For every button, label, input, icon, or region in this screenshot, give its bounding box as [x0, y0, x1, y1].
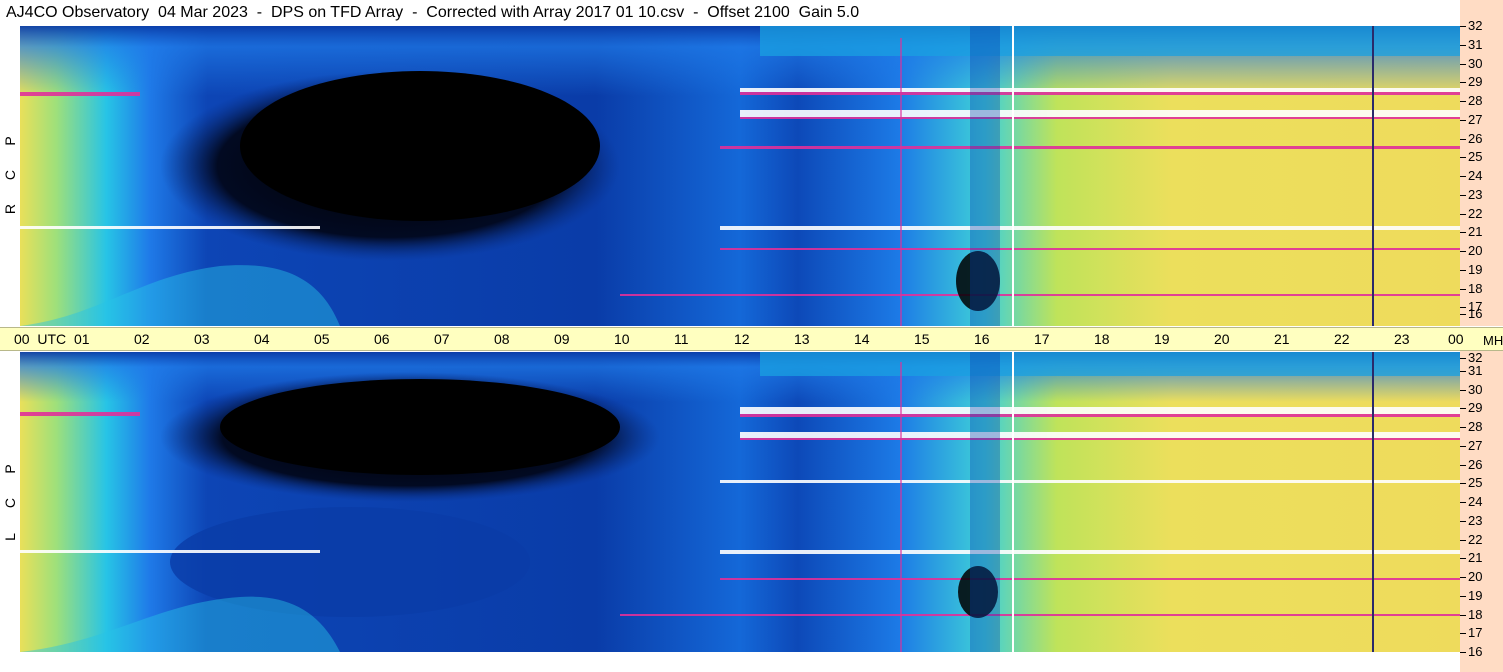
- time-tick-5: 05: [314, 331, 330, 347]
- chart-title: AJ4CO Observatory 04 Mar 2023 - DPS on T…: [6, 4, 860, 21]
- time-tick-12: 12: [734, 331, 750, 347]
- rcp-label: P C R: [2, 124, 18, 226]
- rcp-freq-tick-21: 21: [1459, 224, 1483, 240]
- lcp-freq-tick-30: 30: [1459, 381, 1483, 397]
- lcp-freq-tick-22: 22: [1459, 531, 1483, 547]
- time-tick-2: 02: [134, 331, 150, 347]
- time-tick-8: 08: [494, 331, 510, 347]
- rcp-label-letter-1: R: [2, 203, 18, 215]
- time-tick-24: 00: [1448, 331, 1464, 347]
- time-axis: 00 UTC 01 02 03 04 05 06 07 08 09 10 11 12 13 14 15 16 17…: [0, 327, 1503, 351]
- rcp-freq-tick-31: 31: [1459, 36, 1483, 52]
- lcp-label: P C L: [2, 452, 18, 554]
- rcp-freq-tick-22: 22: [1459, 205, 1483, 221]
- time-tick-23: 23: [1394, 331, 1410, 347]
- lcp-freq-tick-23: 23: [1459, 512, 1483, 528]
- time-tick-16: 16: [974, 331, 990, 347]
- lcp-label-letter-3: P: [2, 464, 18, 474]
- lcp-freq-tick-26: 26: [1459, 456, 1483, 472]
- lcp-freq-tick-20: 20: [1459, 569, 1483, 584]
- time-tick-18: 18: [1094, 331, 1110, 347]
- rcp-freq-tick-18: 18: [1459, 280, 1483, 296]
- time-tick-17: 17: [1034, 331, 1050, 347]
- time-tick-7: 07: [434, 331, 450, 347]
- time-tick-22: 22: [1334, 331, 1350, 347]
- time-tick-9: 09: [554, 331, 570, 347]
- time-tick-6: 06: [374, 331, 390, 347]
- lcp-label-letter-2: C: [2, 497, 18, 509]
- rcp-freq-tick-27: 27: [1459, 111, 1483, 127]
- time-tick-21: 21: [1274, 331, 1290, 347]
- lcp-freq-tick-17: 17: [1459, 625, 1483, 641]
- time-tick-14: 14: [854, 331, 870, 347]
- rcp-freq-tick-24: 24: [1459, 168, 1483, 183]
- rcp-freq-tick-19: 19: [1459, 261, 1483, 277]
- lcp-freq-tick-19: 19: [1459, 587, 1483, 603]
- time-tick-0: 00 UTC: [14, 331, 67, 347]
- lcp-freq-tick-16: 16: [1459, 644, 1483, 659]
- rcp-freq-tick-26: 26: [1459, 130, 1483, 146]
- rcp-label-letter-2: C: [2, 169, 18, 181]
- mhz-unit-label: MHz: [1483, 333, 1503, 348]
- rcp-freq-tick-20: 20: [1459, 243, 1483, 258]
- rcp-freq-tick-32: 32: [1459, 18, 1483, 33]
- lcp-spectrogram: [20, 352, 1460, 652]
- rcp-frequency-scale: 32 31 30 29 28 27 26 25 24 23 22 21 20 19 18 17 16: [1459, 0, 1503, 326]
- rcp-spectrogram-plot: [20, 26, 1460, 326]
- lcp-freq-tick-31: 31: [1459, 362, 1483, 378]
- rcp-spectrogram: [20, 26, 1460, 326]
- lcp-frequency-scale: 32 31 30 29 28 27 26 25 24 23 22 21 20 19 18 17 16: [1459, 351, 1503, 672]
- lcp-freq-tick-29: 29: [1459, 400, 1483, 416]
- lcp-freq-tick-25: 25: [1459, 475, 1483, 491]
- time-tick-20: 20: [1214, 331, 1230, 347]
- lcp-freq-tick-18: 18: [1459, 606, 1483, 622]
- rcp-label-letter-3: P: [2, 136, 18, 146]
- time-tick-1: 01: [74, 331, 90, 347]
- lcp-freq-tick-28: 28: [1459, 419, 1483, 434]
- time-tick-4: 04: [254, 331, 270, 347]
- time-tick-19: 19: [1154, 331, 1170, 347]
- lcp-freq-tick-24: 24: [1459, 494, 1483, 509]
- lcp-freq-tick-21: 21: [1459, 550, 1483, 566]
- lcp-spectrogram-plot: [20, 352, 1460, 652]
- time-tick-15: 15: [914, 331, 930, 347]
- lcp-label-letter-1: L: [2, 533, 18, 541]
- time-tick-13: 13: [794, 331, 810, 347]
- rcp-freq-tick-30: 30: [1459, 55, 1483, 71]
- rcp-freq-tick-29: 29: [1459, 74, 1483, 90]
- lcp-freq-tick-27: 27: [1459, 437, 1483, 453]
- time-tick-3: 03: [194, 331, 210, 347]
- rcp-freq-tick-16: 16: [1459, 306, 1483, 321]
- rcp-freq-tick-25: 25: [1459, 149, 1483, 165]
- time-tick-11: 11: [674, 331, 689, 347]
- rcp-freq-tick-28: 28: [1459, 93, 1483, 108]
- time-tick-10: 10: [614, 331, 630, 347]
- rcp-freq-tick-23: 23: [1459, 186, 1483, 202]
